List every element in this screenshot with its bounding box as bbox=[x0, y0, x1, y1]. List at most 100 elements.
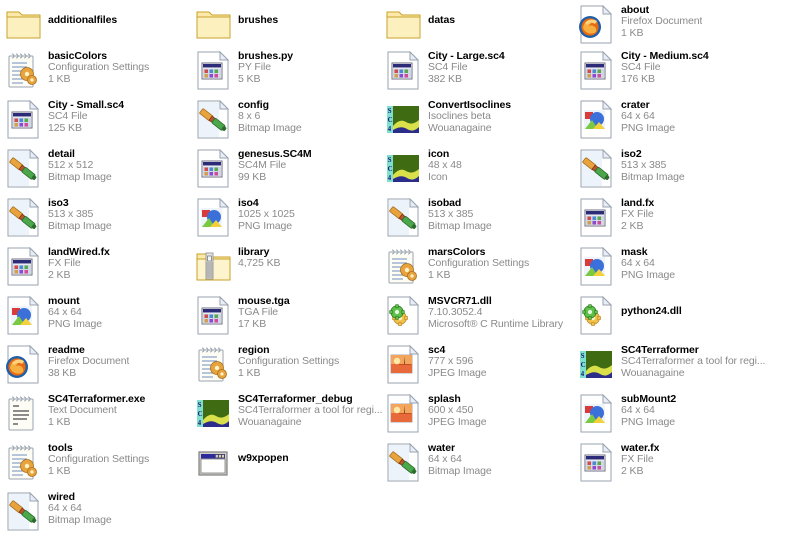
file-name: additionalfiles bbox=[48, 14, 118, 26]
file-tile[interactable]: City - Medium.sc4 SC4 File 176 KB bbox=[578, 49, 766, 95]
file-tile[interactable]: datas bbox=[385, 3, 573, 49]
sc4-file-icon bbox=[195, 149, 233, 189]
file-tile[interactable]: brushes bbox=[195, 3, 383, 49]
file-meta-line-2: 17 KB bbox=[238, 317, 267, 330]
file-labels: water.fx FX File 2 KB bbox=[621, 441, 659, 477]
file-meta-line-2: 1 KB bbox=[621, 26, 644, 39]
svg-text:4: 4 bbox=[388, 125, 392, 133]
file-meta-line-1: 1025 x 1025 bbox=[238, 208, 295, 220]
file-labels: config 8 x 6 Bitmap Image bbox=[238, 98, 302, 134]
file-tile[interactable]: MSVCR71.dll 7.10.3052.4 Microsoft® C Runti… bbox=[385, 294, 573, 340]
file-tile[interactable]: genesus.SC4M SC4M File 99 KB bbox=[195, 147, 383, 193]
file-tile[interactable]: iso3 513 x 385 Bitmap Image bbox=[5, 196, 193, 242]
file-labels: iso2 513 x 385 Bitmap Image bbox=[621, 147, 685, 183]
file-meta-line-1: TGA File bbox=[238, 306, 279, 318]
file-tile[interactable]: brushes.py PY File 5 KB bbox=[195, 49, 383, 95]
file-name: w9xpopen bbox=[238, 452, 289, 464]
file-tile[interactable]: iso4 1025 x 1025 PNG Image bbox=[195, 196, 383, 242]
file-labels: icon 48 x 48 Icon bbox=[428, 147, 462, 183]
sc4terraformer-app-icon: SC4 bbox=[578, 345, 616, 385]
file-tile[interactable]: S C 4 SC4Terraformer_debug SC4Terraformer a … bbox=[195, 392, 383, 438]
file-tile[interactable]: tools Configuration Settings 1 KB bbox=[5, 441, 193, 487]
folder-icon bbox=[5, 5, 43, 45]
file-tile[interactable]: config 8 x 6 Bitmap Image bbox=[195, 98, 383, 144]
file-tile[interactable]: S C 4 ConvertIsoclines Isoclines beta Wouanag… bbox=[385, 98, 573, 144]
file-meta-line-2: 99 KB bbox=[238, 170, 267, 183]
file-tile[interactable]: python24.dll bbox=[578, 294, 766, 340]
file-tile[interactable]: water.fx FX File 2 KB bbox=[578, 441, 766, 487]
file-meta-line-2: 1 KB bbox=[238, 366, 261, 379]
file-tile[interactable]: marsColors Configuration Settings 1 KB bbox=[385, 245, 573, 291]
sc4terraformer-app-icon: SC4 bbox=[385, 149, 423, 189]
folder-icon bbox=[385, 5, 423, 45]
file-tile[interactable]: iso2 513 x 385 Bitmap Image bbox=[578, 147, 766, 193]
file-tile[interactable]: S C 4 icon 48 x 48 Icon bbox=[385, 147, 573, 193]
file-tile[interactable]: library 4,725 KB bbox=[195, 245, 383, 291]
file-labels: basicColors Configuration Settings 1 KB bbox=[48, 49, 149, 85]
file-meta-line-1: 64 x 64 bbox=[428, 453, 462, 465]
file-labels: sc4 777 x 596 JPEG Image bbox=[428, 343, 487, 379]
file-tile[interactable]: region Configuration Settings 1 KB bbox=[195, 343, 383, 389]
file-tile[interactable]: subMount2 64 x 64 PNG Image bbox=[578, 392, 766, 438]
file-tile[interactable]: mount 64 x 64 PNG Image bbox=[5, 294, 193, 340]
file-tile[interactable]: about Firefox Document 1 KB bbox=[578, 3, 766, 49]
file-tile[interactable]: additionalfiles bbox=[5, 3, 193, 49]
file-labels: land.fx FX File 2 KB bbox=[621, 196, 654, 232]
file-meta-line-1: 777 x 596 bbox=[428, 355, 474, 367]
file-tile[interactable]: SC4Terraformer.exe Text Document 1 KB bbox=[5, 392, 193, 438]
file-meta-line-1: PY File bbox=[238, 61, 271, 73]
file-meta-line-2: PNG Image bbox=[621, 268, 675, 281]
file-tile[interactable]: splash 600 x 450 JPEG Image bbox=[385, 392, 573, 438]
file-tile[interactable]: City - Large.sc4 SC4 File 382 KB bbox=[385, 49, 573, 95]
file-meta-line-2: PNG Image bbox=[621, 415, 675, 428]
file-labels: mask 64 x 64 PNG Image bbox=[621, 245, 675, 281]
file-tile[interactable]: land.fx FX File 2 KB bbox=[578, 196, 766, 242]
file-meta-line-1: 48 x 48 bbox=[428, 159, 462, 171]
file-meta-line-1: FX File bbox=[621, 453, 654, 465]
bitmap-image-icon bbox=[5, 149, 43, 189]
file-meta-line-1: SC4 File bbox=[48, 110, 88, 122]
file-list-view[interactable]: additionalfiles basicColors Configuration … bbox=[0, 0, 800, 532]
file-meta-line-2: 2 KB bbox=[621, 464, 644, 477]
file-tile[interactable]: readme Firefox Document 38 KB bbox=[5, 343, 193, 389]
file-tile[interactable]: mask 64 x 64 PNG Image bbox=[578, 245, 766, 291]
file-labels: w9xpopen bbox=[238, 441, 289, 464]
jpeg-image-icon bbox=[385, 345, 423, 385]
file-labels: splash 600 x 450 JPEG Image bbox=[428, 392, 487, 428]
file-tile[interactable]: landWired.fx FX File 2 KB bbox=[5, 245, 193, 291]
file-name: brushes bbox=[238, 14, 279, 26]
firefox-document-icon bbox=[578, 5, 616, 45]
file-meta-line-2: 2 KB bbox=[48, 268, 71, 281]
file-labels: python24.dll bbox=[621, 294, 682, 317]
file-tile[interactable]: sc4 777 x 596 JPEG Image bbox=[385, 343, 573, 389]
file-tile[interactable]: mouse.tga TGA File 17 KB bbox=[195, 294, 383, 340]
file-meta-line-2: 1 KB bbox=[428, 268, 451, 281]
sc4-file-icon bbox=[195, 296, 233, 336]
file-tile[interactable]: detail 512 x 512 Bitmap Image bbox=[5, 147, 193, 193]
file-tile[interactable]: w9xpopen bbox=[195, 441, 383, 487]
file-meta-line-2: Wouanagaine bbox=[428, 121, 492, 134]
file-meta-line-1: Firefox Document bbox=[48, 355, 130, 367]
config-settings-icon bbox=[385, 247, 423, 287]
file-meta-line-1: 64 x 64 bbox=[621, 110, 655, 122]
file-labels: crater 64 x 64 PNG Image bbox=[621, 98, 675, 134]
file-labels: region Configuration Settings 1 KB bbox=[238, 343, 339, 379]
file-labels: brushes.py PY File 5 KB bbox=[238, 49, 293, 85]
zipped-folder-icon bbox=[195, 247, 233, 287]
file-meta-line-1: SC4Terraformer a tool for regi... bbox=[238, 404, 383, 416]
file-tile[interactable]: S C 4 SC4Terraformer SC4Terraformer a tool f… bbox=[578, 343, 766, 389]
file-tile[interactable]: crater 64 x 64 PNG Image bbox=[578, 98, 766, 144]
file-tile[interactable]: wired 64 x 64 Bitmap Image bbox=[5, 490, 193, 536]
file-meta-line-1: 64 x 64 bbox=[48, 306, 82, 318]
file-meta-line-2: Bitmap Image bbox=[238, 121, 302, 134]
file-tile[interactable]: isobad 513 x 385 Bitmap Image bbox=[385, 196, 573, 242]
file-meta-line-2: 38 KB bbox=[48, 366, 77, 379]
file-tile[interactable]: basicColors Configuration Settings 1 KB bbox=[5, 49, 193, 95]
file-meta-line-1: Configuration Settings bbox=[238, 355, 340, 367]
file-meta-line-1: 64 x 64 bbox=[48, 502, 82, 514]
svg-text:S: S bbox=[581, 352, 585, 360]
file-labels: iso4 1025 x 1025 PNG Image bbox=[238, 196, 295, 232]
file-meta-line-2: Bitmap Image bbox=[428, 219, 492, 232]
file-tile[interactable]: water 64 x 64 Bitmap Image bbox=[385, 441, 573, 487]
file-tile[interactable]: City - Small.sc4 SC4 File 125 KB bbox=[5, 98, 193, 144]
